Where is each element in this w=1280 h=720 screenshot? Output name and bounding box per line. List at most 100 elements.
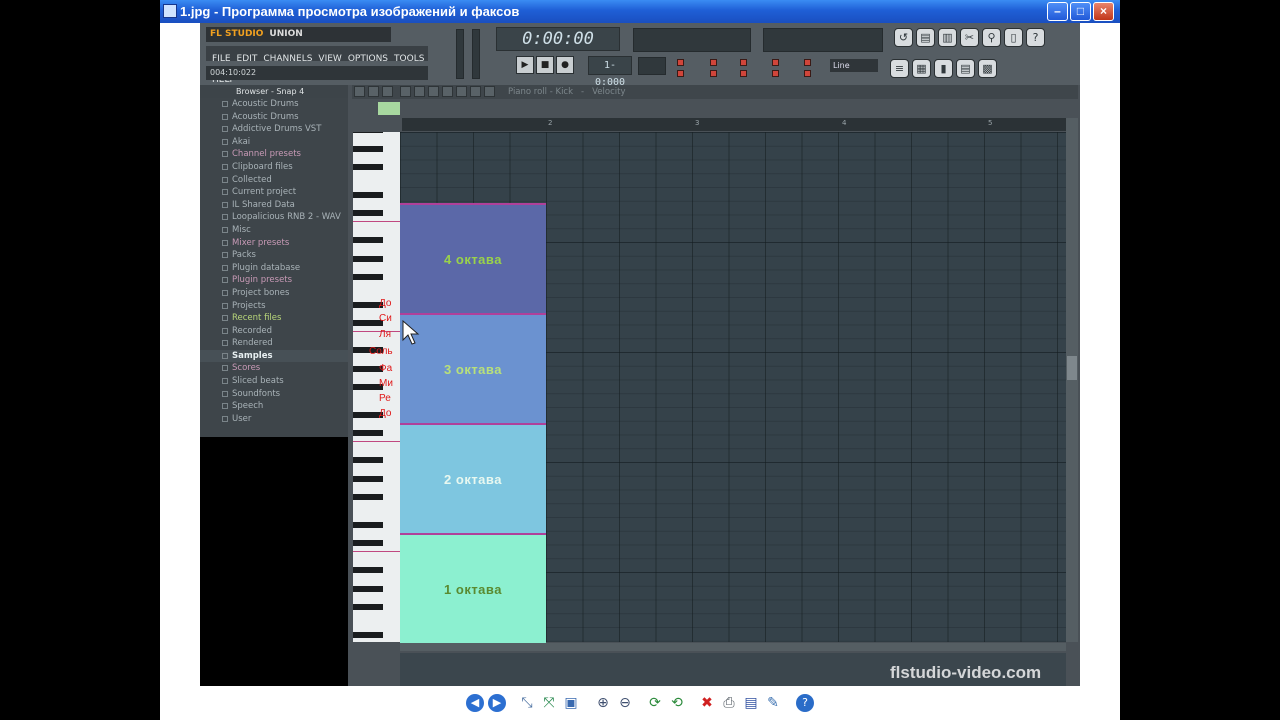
piano-keyboard[interactable] xyxy=(353,132,400,642)
browser-item[interactable]: Plugin presets xyxy=(200,274,348,287)
previous-image-icon[interactable]: ◀ xyxy=(466,694,484,712)
mixer-icon[interactable]: ▩ xyxy=(978,59,997,78)
black-key[interactable] xyxy=(353,237,383,244)
stop-button[interactable]: ■ xyxy=(536,56,554,74)
menu-view[interactable]: VIEW xyxy=(318,52,341,67)
pencil-icon[interactable] xyxy=(400,86,411,97)
maximize-button[interactable]: □ xyxy=(1070,2,1091,21)
option-toggle-icon[interactable] xyxy=(677,59,684,66)
snap-mode-select[interactable]: Line xyxy=(830,59,878,72)
scroll-thumb[interactable] xyxy=(1067,356,1077,380)
menu-file[interactable]: FILE xyxy=(212,52,231,67)
delete-icon[interactable]: ✖ xyxy=(698,694,716,712)
black-key[interactable] xyxy=(353,145,383,152)
brush-icon[interactable] xyxy=(414,86,425,97)
menu-tools[interactable]: TOOLS xyxy=(394,52,424,67)
vertical-scrollbar[interactable] xyxy=(1066,118,1078,642)
black-key[interactable] xyxy=(353,274,383,280)
browser-item[interactable]: IL Shared Data xyxy=(200,199,348,212)
option-toggle-icon[interactable] xyxy=(677,70,684,77)
black-key[interactable] xyxy=(353,255,383,262)
title-bar[interactable]: 1.jpg - Программа просмотра изображений … xyxy=(160,0,1120,23)
browser-item[interactable]: User xyxy=(200,413,348,426)
pattern-selector[interactable] xyxy=(638,57,666,75)
help-icon[interactable]: ? xyxy=(796,694,814,712)
black-key[interactable] xyxy=(353,164,383,170)
menu-options[interactable]: OPTIONS xyxy=(348,52,388,67)
browser-item[interactable]: Acoustic Drums xyxy=(200,111,348,124)
browser-item[interactable]: Addictive Drums VST xyxy=(200,123,348,136)
browser-item[interactable]: Mixer presets xyxy=(200,237,348,250)
black-key[interactable] xyxy=(353,539,383,546)
tempo-display[interactable]: 1-0:000 xyxy=(588,56,632,88)
slideshow-icon[interactable]: ▣ xyxy=(562,694,580,712)
black-key[interactable] xyxy=(353,209,383,216)
snap-icon[interactable] xyxy=(382,86,393,97)
magnet-icon[interactable] xyxy=(368,86,379,97)
browser-item[interactable]: Acoustic Drums xyxy=(200,98,348,111)
black-key[interactable] xyxy=(353,191,383,198)
save-copy-icon[interactable]: ▤ xyxy=(742,694,760,712)
minimize-button[interactable]: – xyxy=(1047,2,1068,21)
menu-arrow-icon[interactable] xyxy=(354,86,365,97)
option-toggle-icon[interactable] xyxy=(772,59,779,66)
option-toggle-icon[interactable] xyxy=(710,59,717,66)
playlist-icon[interactable]: ≡ xyxy=(890,59,909,78)
option-toggle-icon[interactable] xyxy=(804,59,811,66)
print-icon[interactable]: ⎙ xyxy=(720,694,738,712)
delete-tool-icon[interactable] xyxy=(428,86,439,97)
rotate-clockwise-icon[interactable]: ⟳ xyxy=(646,694,664,712)
edit-icon[interactable]: ✎ xyxy=(764,694,782,712)
option-toggle-icon[interactable] xyxy=(772,70,779,77)
export-icon[interactable]: ▥ xyxy=(938,28,957,47)
best-fit-icon[interactable]: ⤡ xyxy=(518,694,536,712)
document-icon[interactable]: ▯ xyxy=(1004,28,1023,47)
browser-item[interactable]: Misc xyxy=(200,224,348,237)
zoom-out-icon[interactable]: ⊖ xyxy=(616,694,634,712)
master-volume-slider[interactable] xyxy=(456,29,464,79)
black-key[interactable] xyxy=(353,494,383,500)
browser-item[interactable]: Packs xyxy=(200,249,348,262)
browser-item[interactable]: Sliced beats xyxy=(200,375,348,388)
select-tool-icon[interactable] xyxy=(470,86,481,97)
rotate-counterclockwise-icon[interactable]: ⟲ xyxy=(668,694,686,712)
next-image-icon[interactable]: ▶ xyxy=(488,694,506,712)
black-key[interactable] xyxy=(353,132,383,134)
menu-channels[interactable]: CHANNELS xyxy=(263,52,312,67)
bar-ruler[interactable]: 2 3 4 5 xyxy=(402,118,1066,131)
option-toggle-icon[interactable] xyxy=(804,70,811,77)
play-button[interactable]: ▶ xyxy=(516,56,534,74)
black-key[interactable] xyxy=(353,429,383,436)
time-marker[interactable] xyxy=(378,102,400,115)
black-key[interactable] xyxy=(353,567,383,574)
record-button[interactable]: ● xyxy=(556,56,574,74)
zoom-tool-icon[interactable] xyxy=(484,86,495,97)
browser-item[interactable]: Samples xyxy=(200,349,348,363)
black-key[interactable] xyxy=(353,585,383,592)
black-key[interactable] xyxy=(353,521,383,528)
browser-item[interactable]: Current project xyxy=(200,186,348,199)
step-sequencer-icon[interactable]: ▦ xyxy=(912,59,931,78)
help-icon[interactable]: ? xyxy=(1026,28,1045,47)
browser-item[interactable]: Project bones xyxy=(200,287,348,300)
close-button[interactable]: × xyxy=(1093,2,1114,21)
undo-icon[interactable]: ↺ xyxy=(894,28,913,47)
master-pitch-slider[interactable] xyxy=(472,29,480,79)
zoom-in-icon[interactable]: ⊕ xyxy=(594,694,612,712)
browser-icon[interactable]: ▤ xyxy=(956,59,975,78)
option-toggle-icon[interactable] xyxy=(740,70,747,77)
browser-item[interactable]: Plugin database xyxy=(200,262,348,275)
black-key[interactable] xyxy=(353,631,383,638)
black-key[interactable] xyxy=(353,475,383,482)
browser-item[interactable]: Projects xyxy=(200,300,348,313)
option-toggle-icon[interactable] xyxy=(740,59,747,66)
menu-edit[interactable]: EDIT xyxy=(237,52,258,67)
browser-item[interactable]: Clipboard files xyxy=(200,161,348,174)
browser-item[interactable]: Scores xyxy=(200,362,348,375)
browser-item[interactable]: Collected xyxy=(200,174,348,187)
browser-item[interactable]: Channel presets xyxy=(200,148,348,161)
slice-tool-icon[interactable] xyxy=(456,86,467,97)
browser-item[interactable]: Recorded xyxy=(200,325,348,338)
browser-item[interactable]: Speech xyxy=(200,400,348,413)
browser-item[interactable]: Akai xyxy=(200,136,348,149)
